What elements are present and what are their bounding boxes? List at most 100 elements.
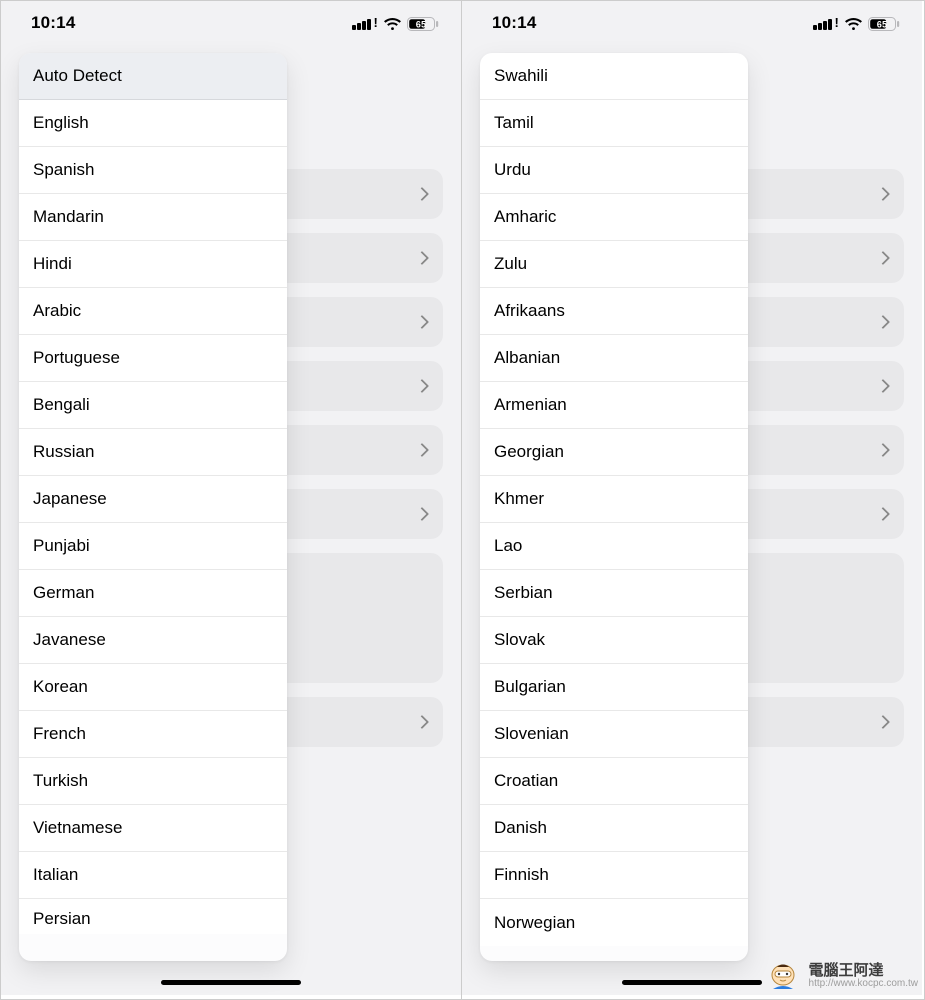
language-option[interactable]: Lao [480,523,748,570]
language-label: Georgian [494,442,564,462]
language-label: Armenian [494,395,567,415]
chevron-right-icon [876,315,890,329]
language-label: Urdu [494,160,531,180]
language-label: Serbian [494,583,553,603]
chevron-right-icon [415,187,429,201]
language-option[interactable]: Finnish [480,852,748,899]
language-dropdown[interactable]: Auto Detect English Spanish Mandarin Hindi Ar… [19,53,287,961]
language-option[interactable]: Punjabi [19,523,287,570]
language-label: Japanese [33,489,107,509]
language-option[interactable]: Zulu [480,241,748,288]
language-option[interactable]: Vietnamese [19,805,287,852]
status-bar: 10:14 ! 65 [1,1,461,45]
language-label: Albanian [494,348,560,368]
language-label: Amharic [494,207,556,227]
language-option[interactable]: Slovak [480,617,748,664]
language-option[interactable]: Bengali [19,382,287,429]
language-option[interactable]: Spanish [19,147,287,194]
status-time: 10:14 [31,13,75,33]
language-option[interactable]: Danish [480,805,748,852]
language-label: Mandarin [33,207,104,227]
language-option[interactable]: German [19,570,287,617]
chevron-right-icon [415,379,429,393]
language-label: Tamil [494,113,534,133]
language-label: Slovenian [494,724,569,744]
language-option[interactable]: Georgian [480,429,748,476]
language-option[interactable]: Bulgarian [480,664,748,711]
language-option[interactable]: Swahili [480,53,748,100]
language-option[interactable]: Korean [19,664,287,711]
chevron-right-icon [876,251,890,265]
source-watermark: 電腦王阿達 http://www.kocpc.com.tw [763,959,918,993]
language-option[interactable]: Arabic [19,288,287,335]
language-option[interactable]: French [19,711,287,758]
language-option[interactable]: Persian [19,899,287,934]
language-label: Bulgarian [494,677,566,697]
language-option[interactable]: Japanese [19,476,287,523]
language-option[interactable]: Serbian [480,570,748,617]
language-label: Khmer [494,489,544,509]
two-phone-screenshot: 10:14 ! 65 [0,0,925,1000]
mascot-icon [763,959,803,993]
cellular-icon: ! [352,17,378,30]
chevron-right-icon [876,187,890,201]
language-label: Croatian [494,771,558,791]
status-time: 10:14 [492,13,536,33]
language-option[interactable]: Mandarin [19,194,287,241]
chevron-right-icon [415,507,429,521]
language-label: Zulu [494,254,527,274]
battery-icon: 65 [868,16,900,30]
language-label: Persian [33,909,91,929]
chevron-right-icon [876,379,890,393]
language-label: Spanish [33,160,94,180]
language-label: Vietnamese [33,818,122,838]
language-option[interactable]: Croatian [480,758,748,805]
wifi-icon [384,15,401,31]
language-option[interactable]: Tamil [480,100,748,147]
language-option[interactable]: Portuguese [19,335,287,382]
language-option[interactable]: Hindi [19,241,287,288]
language-label: Bengali [33,395,90,415]
language-option[interactable]: Amharic [480,194,748,241]
language-option[interactable]: Afrikaans [480,288,748,335]
language-label: English [33,113,89,133]
language-label: French [33,724,86,744]
chevron-right-icon [415,315,429,329]
language-option[interactable]: English [19,100,287,147]
language-label: Turkish [33,771,88,791]
language-option[interactable]: Khmer [480,476,748,523]
language-option[interactable]: Auto Detect [19,53,287,100]
chevron-right-icon [876,715,890,729]
language-option[interactable]: Turkish [19,758,287,805]
chevron-right-icon [876,507,890,521]
chevron-right-icon [415,251,429,265]
language-label: Russian [33,442,94,462]
language-label: Finnish [494,865,549,885]
home-indicator[interactable] [161,980,301,985]
language-label: Auto Detect [33,66,122,86]
language-label: Javanese [33,630,106,650]
svg-text:65: 65 [416,20,427,30]
language-option[interactable]: Albanian [480,335,748,382]
svg-text:65: 65 [877,20,888,30]
cellular-icon: ! [813,17,839,30]
language-label: Italian [33,865,78,885]
phone-left: 10:14 ! 65 [1,1,461,995]
language-option[interactable]: Armenian [480,382,748,429]
language-option[interactable]: Javanese [19,617,287,664]
language-label: Slovak [494,630,545,650]
language-label: Afrikaans [494,301,565,321]
language-label: Norwegian [494,913,575,933]
language-label: Portuguese [33,348,120,368]
language-label: Hindi [33,254,72,274]
phone-right: 10:14 ! 65 [462,1,922,995]
language-option[interactable]: Russian [19,429,287,476]
language-option[interactable]: Norwegian [480,899,748,946]
language-option[interactable]: Italian [19,852,287,899]
home-indicator[interactable] [622,980,762,985]
language-option[interactable]: Urdu [480,147,748,194]
language-label: Korean [33,677,88,697]
chevron-right-icon [415,715,429,729]
language-dropdown[interactable]: Swahili Tamil Urdu Amharic Zulu Afrikaans Alba… [480,53,748,961]
language-option[interactable]: Slovenian [480,711,748,758]
